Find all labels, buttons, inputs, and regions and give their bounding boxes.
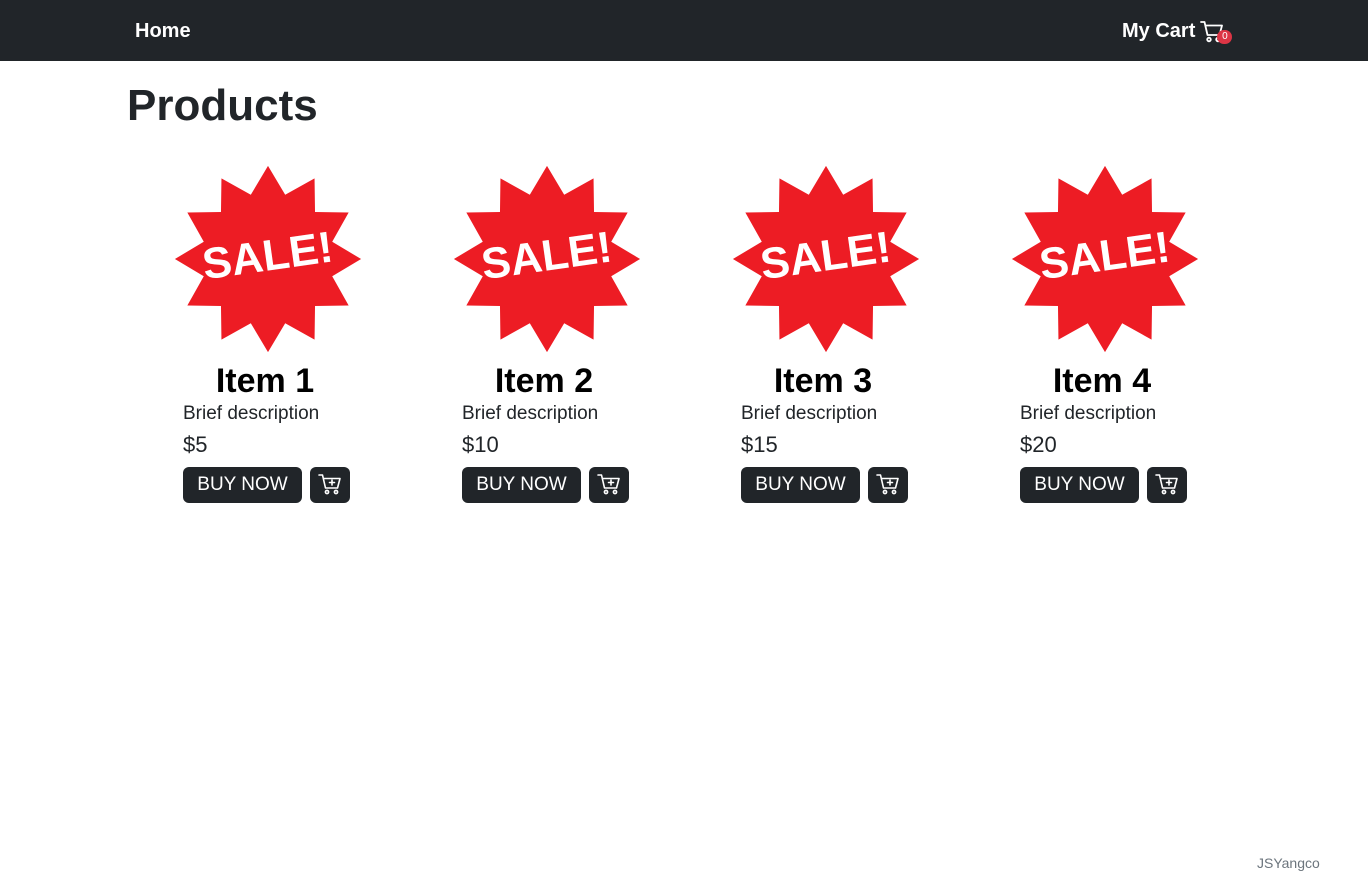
sale-badge-image: SALE! bbox=[1011, 165, 1199, 353]
sale-badge-image: SALE! bbox=[453, 165, 641, 353]
product-price: $20 bbox=[1020, 432, 1057, 457]
cart-plus-icon bbox=[876, 473, 900, 498]
product-description: Brief description bbox=[183, 403, 320, 424]
product-description: Brief description bbox=[1020, 403, 1157, 424]
cart-count-badge: 0 bbox=[1217, 30, 1233, 44]
page-title: Products bbox=[127, 81, 318, 130]
nav-cart-label: My Cart bbox=[1122, 20, 1196, 42]
product-name: Item 3 bbox=[773, 362, 873, 400]
footer-credit: JSYangco bbox=[1257, 855, 1320, 871]
add-to-cart-button[interactable] bbox=[1147, 467, 1187, 503]
product-card: SALE! Item 4 Brief description $20 BUY N… bbox=[1002, 160, 1202, 510]
product-name: Item 1 bbox=[215, 362, 315, 400]
cart-plus-icon bbox=[1155, 473, 1179, 498]
nav-home-link[interactable]: Home bbox=[135, 18, 191, 44]
product-card: SALE! Item 2 Brief description $10 BUY N… bbox=[444, 160, 644, 510]
cart-plus-icon bbox=[597, 473, 621, 498]
nav-cart-link[interactable]: My Cart 0 bbox=[1122, 16, 1233, 46]
product-name: Item 4 bbox=[1052, 362, 1152, 400]
cart-icon: 0 bbox=[1200, 19, 1233, 44]
sale-badge-image: SALE! bbox=[174, 165, 362, 353]
product-price: $15 bbox=[741, 432, 778, 457]
buy-now-button[interactable]: BUY NOW bbox=[183, 467, 302, 503]
cart-plus-icon bbox=[318, 473, 342, 498]
add-to-cart-button[interactable] bbox=[868, 467, 908, 503]
buy-now-button[interactable]: BUY NOW bbox=[741, 467, 860, 503]
add-to-cart-button[interactable] bbox=[589, 467, 629, 503]
buy-now-button[interactable]: BUY NOW bbox=[1020, 467, 1139, 503]
product-card: SALE! Item 1 Brief description $5 BUY NO… bbox=[165, 160, 365, 510]
product-price: $10 bbox=[462, 432, 499, 457]
product-price: $5 bbox=[183, 432, 208, 457]
navbar: Home My Cart 0 bbox=[0, 0, 1368, 61]
product-name: Item 2 bbox=[494, 362, 594, 400]
add-to-cart-button[interactable] bbox=[310, 467, 350, 503]
product-card: SALE! Item 3 Brief description $15 BUY N… bbox=[723, 160, 923, 510]
product-description: Brief description bbox=[462, 403, 599, 424]
sale-badge-image: SALE! bbox=[732, 165, 920, 353]
product-description: Brief description bbox=[741, 403, 878, 424]
buy-now-button[interactable]: BUY NOW bbox=[462, 467, 581, 503]
